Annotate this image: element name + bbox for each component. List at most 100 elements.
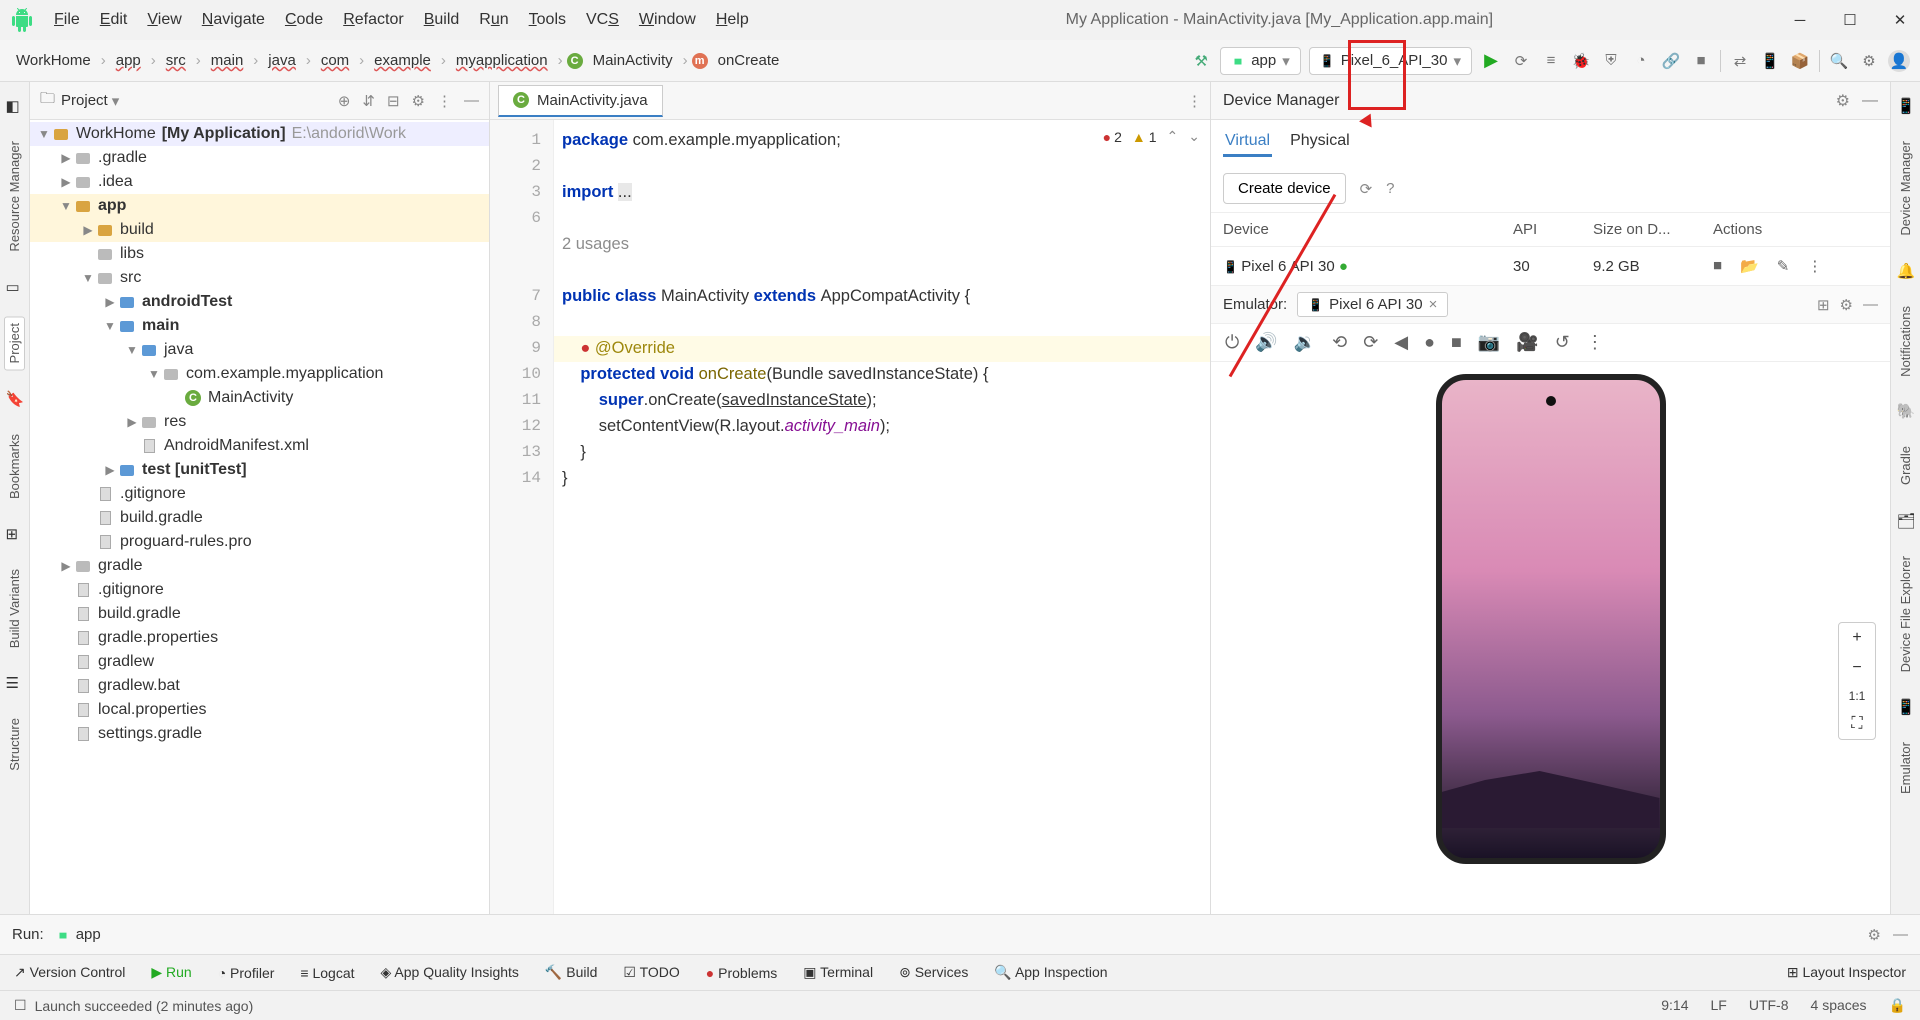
status-position[interactable]: 9:14	[1661, 997, 1688, 1014]
rotate-right-icon[interactable]: ⟳	[1363, 332, 1378, 353]
tree-item[interactable]: gradlew	[30, 650, 489, 674]
bc-5[interactable]: com	[315, 50, 355, 71]
tool-emulator[interactable]: Emulator	[1896, 736, 1915, 800]
user-icon[interactable]: 👤	[1888, 50, 1910, 72]
phone-icon[interactable]: 📱	[1759, 50, 1781, 72]
tree-item[interactable]: CMainActivity	[30, 386, 489, 410]
run-button[interactable]: ▶	[1480, 50, 1502, 72]
device-folder-icon[interactable]: 📂	[1740, 257, 1759, 275]
tool-device-manager[interactable]: Device Manager	[1896, 135, 1915, 242]
tree-item[interactable]: libs	[30, 242, 489, 266]
bc-6[interactable]: example	[368, 50, 437, 71]
device-edit-icon[interactable]: ✎	[1777, 257, 1790, 275]
tool-project[interactable]: Project	[4, 316, 25, 370]
toolbar-icon-1[interactable]: ≡	[1540, 50, 1562, 72]
zoom-out-btn[interactable]: −	[1846, 653, 1867, 683]
hammer-icon[interactable]: ⚒	[1190, 50, 1212, 72]
project-tree[interactable]: ▼ WorkHome [My Application] E:\andorid\W…	[30, 120, 489, 914]
device-row[interactable]: 📱 Pixel 6 API 30 ● 30 9.2 GB ■ 📂 ✎ ⋮	[1211, 247, 1890, 285]
code-area[interactable]: package com.example.myapplication; impor…	[554, 120, 1210, 914]
tree-root[interactable]: ▼ WorkHome [My Application] E:\andorid\W…	[30, 122, 489, 146]
rerun-icon[interactable]: ⟳	[1510, 50, 1532, 72]
status-lock-icon[interactable]: 🔒	[1889, 997, 1906, 1014]
bc-8[interactable]: MainActivity	[587, 50, 679, 71]
voldown-icon[interactable]: 🔉	[1294, 332, 1316, 353]
panel-more-icon[interactable]: ⋮	[437, 92, 452, 110]
emulator-settings-icon[interactable]: ⚙	[1840, 296, 1853, 314]
menu-window[interactable]: Window	[639, 11, 696, 29]
tree-item[interactable]: proguard-rules.pro	[30, 530, 489, 554]
locate-icon[interactable]: ⊕	[338, 92, 351, 110]
device-more-icon[interactable]: ⋮	[1807, 257, 1822, 275]
bc-7[interactable]: myapplication	[450, 50, 554, 71]
status-indent[interactable]: 4 spaces	[1811, 997, 1867, 1014]
emulator-screen[interactable]: + − 1:1 ⛶	[1211, 362, 1890, 914]
settings-icon[interactable]: ⚙	[1858, 50, 1880, 72]
bt-aqi[interactable]: ◈ App Quality Insights	[381, 964, 519, 981]
menu-code[interactable]: Code	[285, 11, 323, 29]
rotate-left-icon[interactable]: ⟲	[1332, 332, 1347, 353]
tree-item[interactable]: ▶.gradle	[30, 146, 489, 170]
close-btn[interactable]: ✕	[1890, 10, 1910, 30]
status-line-ending[interactable]: LF	[1711, 997, 1727, 1014]
menu-help[interactable]: Help	[716, 11, 749, 29]
menu-build[interactable]: Build	[424, 11, 460, 29]
tool-structure[interactable]: Structure	[5, 712, 24, 777]
notif-gutter-icon[interactable]: 🔔	[1897, 262, 1915, 280]
run-settings-icon[interactable]: ⚙	[1868, 926, 1881, 944]
tree-item[interactable]: ▼java	[30, 338, 489, 362]
bc-2[interactable]: src	[160, 50, 192, 71]
menu-file[interactable]: File	[54, 11, 80, 29]
bt-logcat[interactable]: ≡ Logcat	[300, 965, 354, 981]
bt-terminal[interactable]: ▣ Terminal	[803, 964, 873, 981]
tree-item[interactable]: gradlew.bat	[30, 674, 489, 698]
tree-item[interactable]: ▼src	[30, 266, 489, 290]
menu-view[interactable]: View	[147, 11, 181, 29]
menu-navigate[interactable]: Navigate	[202, 11, 265, 29]
power-icon[interactable]: ⏻	[1225, 332, 1239, 353]
variants-icon[interactable]: ⊞	[6, 525, 24, 543]
tree-item[interactable]: .gitignore	[30, 482, 489, 506]
emu-gutter-icon[interactable]: 📱	[1897, 698, 1915, 716]
editor-tab-active[interactable]: C MainActivity.java	[498, 85, 663, 117]
emulator-window-icon[interactable]: ⊞	[1817, 296, 1830, 314]
dm-hide-icon[interactable]: —	[1862, 92, 1878, 110]
tree-item[interactable]: gradle.properties	[30, 626, 489, 650]
screenshot-icon[interactable]: 📷	[1478, 332, 1500, 353]
structure-icon[interactable]: ☰	[6, 674, 24, 692]
bt-vcs[interactable]: ↗ Version Control	[14, 964, 125, 981]
tool-notifications[interactable]: Notifications	[1896, 300, 1915, 383]
tree-item[interactable]: local.properties	[30, 698, 489, 722]
zoom-reset-btn[interactable]: 1:1	[1843, 683, 1872, 709]
overview-icon[interactable]: ■	[1451, 332, 1462, 353]
maximize-btn[interactable]: ☐	[1840, 10, 1860, 30]
tool-device-file-explorer[interactable]: Device File Explorer	[1896, 550, 1915, 678]
dfe-gutter-icon[interactable]: 🗂	[1897, 512, 1915, 530]
tree-item[interactable]: AndroidManifest.xml	[30, 434, 489, 458]
col-api[interactable]: API	[1513, 221, 1593, 238]
profiler-icon[interactable]: ◔	[1630, 50, 1652, 72]
search-icon[interactable]: 🔍	[1828, 50, 1850, 72]
create-device-btn[interactable]: Create device	[1223, 173, 1346, 204]
back-icon[interactable]: ◀	[1394, 332, 1408, 353]
tree-item[interactable]: ▶build	[30, 218, 489, 242]
help-icon[interactable]: ?	[1386, 180, 1394, 197]
bt-layout-inspector[interactable]: ⊞ Layout Inspector	[1787, 964, 1906, 981]
dm-tab-physical[interactable]: Physical	[1288, 128, 1352, 157]
expand-icon[interactable]: ⇵	[362, 92, 375, 110]
tree-item[interactable]: ▼com.example.myapplication	[30, 362, 489, 386]
bookmarks-icon[interactable]: 🔖	[6, 390, 24, 408]
col-size[interactable]: Size on D...	[1593, 221, 1713, 238]
snapshots-icon[interactable]: ↺	[1555, 332, 1570, 353]
sync-icon[interactable]: ⇄	[1729, 50, 1751, 72]
status-encoding[interactable]: UTF-8	[1749, 997, 1789, 1014]
bt-problems[interactable]: ● Problems	[706, 965, 778, 981]
bt-inspection[interactable]: 🔍 App Inspection	[994, 964, 1107, 981]
zoom-fit-btn[interactable]: ⛶	[1845, 709, 1868, 739]
tree-item[interactable]: ▶.idea	[30, 170, 489, 194]
tree-item[interactable]: ▶gradle	[30, 554, 489, 578]
device-stop-icon[interactable]: ■	[1713, 257, 1722, 275]
tree-item[interactable]: settings.gradle	[30, 722, 489, 746]
panel-hide-icon[interactable]: —	[464, 92, 479, 110]
bc-1[interactable]: app	[110, 50, 147, 71]
